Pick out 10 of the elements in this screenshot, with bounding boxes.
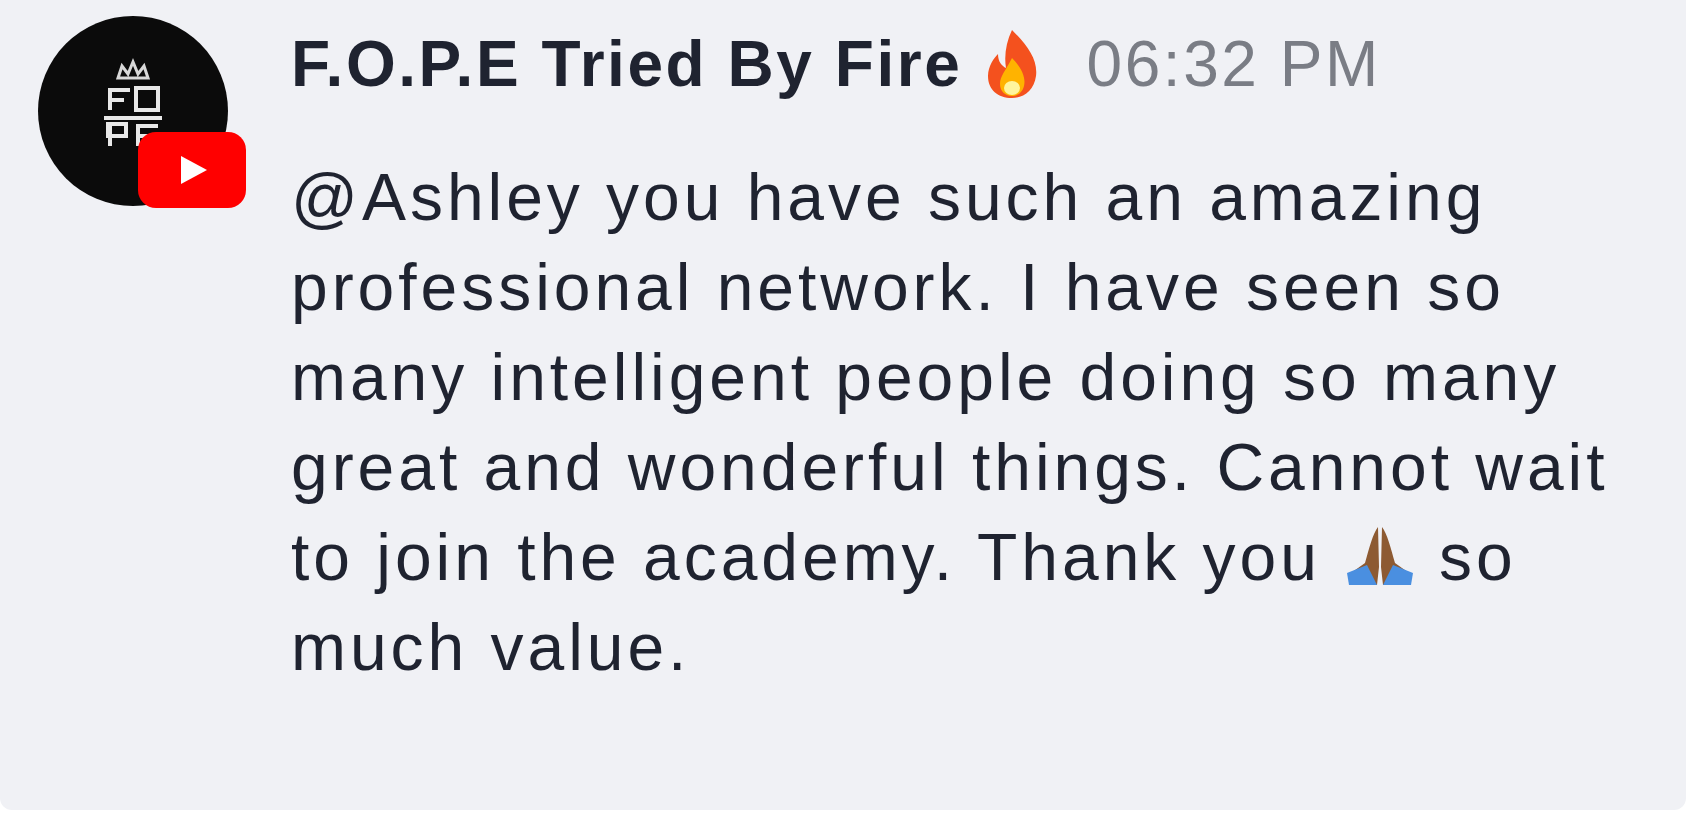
message-text: great and wonderful things. Cannot wait <box>291 428 1609 506</box>
video-play-icon <box>138 132 246 208</box>
message-text: to join the academy. Thank you <box>291 518 1321 596</box>
message-text: so <box>1438 518 1517 596</box>
author-name: F.O.P.E Tried By Fire <box>291 27 963 102</box>
message-text: much value. <box>291 608 691 686</box>
message-text: @Ashley you have such an amazing <box>291 158 1487 236</box>
message-time: 06:32 PM <box>1085 27 1381 102</box>
message-text: many intelligent people doing so many <box>291 338 1561 416</box>
message-text: professional network. I have seen so <box>291 248 1505 326</box>
